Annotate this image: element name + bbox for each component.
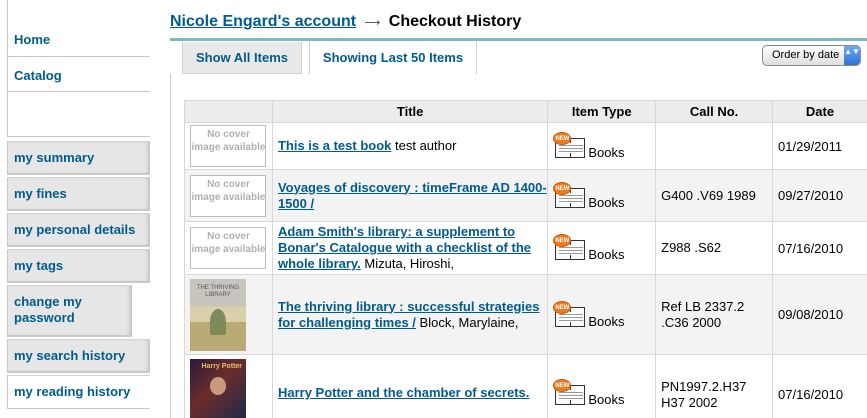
page-title: Checkout History: [388, 13, 522, 30]
character-illustration: [210, 377, 226, 395]
checkout-history-panel: Title Item Type Call No. Date No cover i…: [170, 74, 867, 418]
book-icon: NEW: [553, 300, 587, 329]
tab-showing-last-50-items[interactable]: Showing Last 50 Items: [309, 42, 477, 74]
title-cell: This is a test book test author: [271, 122, 549, 170]
breadcrumb-arrow-icon: ⟶: [364, 17, 381, 29]
tab-show-all-items[interactable]: Show All Items: [182, 42, 302, 74]
cover-cell: Harry Potter: [184, 354, 273, 418]
sidebar-item-my-fines[interactable]: my fines: [7, 177, 150, 211]
sidebar-item-label[interactable]: my summary: [14, 150, 94, 165]
call-no-cell: Z988 .S62: [655, 221, 774, 275]
title-link[interactable]: Voyages of discovery : timeFrame AD 1400…: [278, 180, 547, 211]
item-type-label: Books: [588, 194, 625, 210]
sidebar-item-my-summary[interactable]: my summary: [7, 141, 150, 175]
sidebar-home-label[interactable]: Home: [14, 32, 50, 47]
item-type-label: Books: [588, 247, 625, 262]
chevron-updown-icon: ▲▼: [844, 46, 860, 65]
checkout-history-table: Title Item Type Call No. Date No cover i…: [184, 100, 867, 418]
column-header-date[interactable]: Date: [772, 100, 867, 123]
tab-label[interactable]: Showing Last 50 Items: [323, 50, 463, 65]
book-icon: NEW: [553, 379, 587, 407]
tab-label[interactable]: Show All Items: [196, 50, 288, 65]
sidebar-item-change-my-password[interactable]: change my password: [7, 285, 132, 337]
item-type-cell: NEW Books: [547, 274, 657, 355]
order-by-value: Order by date: [772, 49, 840, 61]
call-no-cell: Ref LB 2337.2 .C36 2000: [655, 274, 774, 355]
book-icon: NEW: [553, 132, 587, 160]
sidebar-item-label[interactable]: my tags: [14, 258, 63, 273]
item-type-label: Books: [588, 145, 625, 160]
sidebar-item-label[interactable]: change my password: [14, 294, 82, 325]
table-row: Harry Potter Harry Potter and the chambe…: [184, 354, 867, 418]
account-link[interactable]: Nicole Engard's account: [170, 13, 356, 30]
sidebar-item-my-search-history[interactable]: my search history: [7, 339, 150, 373]
title-link[interactable]: This is a test book: [278, 138, 391, 153]
author: Mizuta, Hiroshi,: [364, 256, 454, 271]
author: test author: [395, 138, 457, 153]
sidebar-catalog-panel: [7, 92, 150, 137]
date-cell: 09/27/2010: [772, 169, 867, 222]
sidebar-home[interactable]: Home: [7, 0, 150, 57]
table-row: No cover image available This is a test …: [184, 122, 867, 170]
breadcrumb: Nicole Engard's account ⟶ Checkout Histo…: [170, 13, 521, 31]
call-no-cell: G400 .V69 1989: [655, 169, 774, 222]
sidebar-item-label[interactable]: my personal details: [14, 222, 135, 237]
title-cell: The thriving library : successful strate…: [271, 274, 549, 355]
call-no-cell: [655, 122, 774, 170]
no-cover-placeholder: No cover image available: [190, 174, 267, 217]
item-type-cell: NEW Books: [547, 122, 657, 170]
table-row: THE THRIVING LIBRARY The thriving librar…: [184, 274, 867, 355]
item-type-label: Books: [588, 392, 625, 407]
title-cell: Adam Smith's library: a supplement to Bo…: [271, 221, 549, 275]
sidebar-catalog[interactable]: Catalog: [7, 56, 150, 92]
header-rule: [170, 38, 867, 41]
column-header-title[interactable]: Title: [271, 100, 549, 123]
table-row: No cover image available Adam Smith's li…: [184, 221, 867, 275]
book-cover-image[interactable]: THE THRIVING LIBRARY: [190, 278, 246, 351]
title-cell: Voyages of discovery : timeFrame AD 1400…: [271, 169, 549, 222]
column-header-item-type[interactable]: Item Type: [547, 100, 657, 123]
title-link[interactable]: Harry Potter and the chamber of secrets.: [278, 385, 529, 400]
sidebar-item-label[interactable]: my search history: [14, 348, 125, 363]
tree-illustration: [210, 308, 226, 335]
item-type-cell: NEW Books: [547, 169, 657, 222]
item-type-cell: NEW Books: [547, 354, 657, 418]
book-icon: NEW: [553, 181, 587, 210]
item-type-label: Books: [588, 313, 625, 329]
call-no-cell: PN1997.2.H37 H37 2002: [655, 354, 774, 418]
cover-cell: THE THRIVING LIBRARY: [184, 274, 273, 355]
column-header-call-no[interactable]: Call No.: [655, 100, 774, 123]
cover-cell: No cover image available: [184, 221, 273, 275]
sidebar: Home Catalog my summary my fines my pers…: [0, 0, 155, 418]
sidebar-item-my-tags[interactable]: my tags: [7, 249, 150, 283]
sidebar-item-my-reading-history[interactable]: my reading history: [7, 375, 150, 409]
no-cover-placeholder: No cover image available: [190, 125, 267, 167]
book-icon: NEW: [553, 234, 587, 262]
sidebar-item-label[interactable]: my reading history: [14, 384, 130, 399]
date-cell: 07/16/2010: [772, 221, 867, 275]
no-cover-placeholder: No cover image available: [190, 227, 267, 269]
cover-cell: No cover image available: [184, 169, 273, 222]
table-row: No cover image available Voyages of disc…: [184, 169, 867, 222]
sidebar-item-my-personal-details[interactable]: my personal details: [7, 213, 150, 247]
sidebar-item-label[interactable]: my fines: [14, 186, 67, 201]
date-cell: 01/29/2011: [772, 122, 867, 170]
table-header-row: Title Item Type Call No. Date: [184, 100, 867, 123]
sidebar-catalog-label[interactable]: Catalog: [14, 68, 62, 83]
title-cell: Harry Potter and the chamber of secrets.: [271, 354, 549, 418]
book-cover-image[interactable]: Harry Potter: [190, 359, 246, 418]
author: Block, Marylaine,: [419, 314, 519, 330]
date-cell: 09/08/2010: [772, 274, 867, 355]
date-cell: 07/16/2010: [772, 354, 867, 418]
order-by-select[interactable]: Order by date ▲▼: [762, 45, 861, 66]
cover-cell: No cover image available: [184, 122, 273, 170]
item-type-cell: NEW Books: [547, 221, 657, 275]
column-header-cover: [184, 100, 273, 123]
